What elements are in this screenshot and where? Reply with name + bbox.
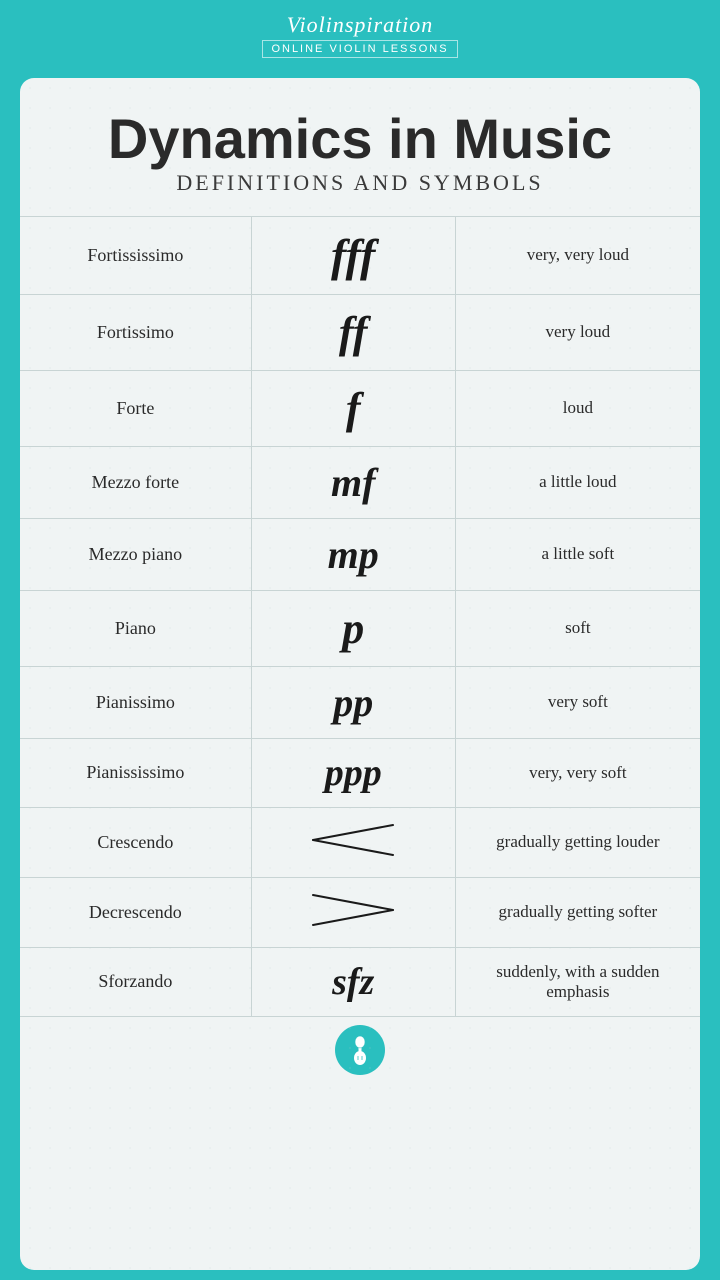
table-row: Decrescendo gradually getting softer — [20, 877, 700, 947]
term-definition: very loud — [455, 294, 700, 370]
table-row: Mezzo pianompa little soft — [20, 518, 700, 590]
term-symbol — [251, 807, 455, 877]
term-symbol — [251, 877, 455, 947]
term-definition: very, very soft — [455, 738, 700, 807]
term-symbol: ppp — [251, 738, 455, 807]
brand-name: Violinspiration — [287, 12, 434, 38]
term-name: Mezzo forte — [20, 446, 251, 518]
term-name: Decrescendo — [20, 877, 251, 947]
violin-icon — [348, 1034, 372, 1066]
main-card: Dynamics in Music Definitions and Symbol… — [20, 78, 700, 1270]
term-name: Mezzo piano — [20, 518, 251, 590]
table-row: Fortefloud — [20, 370, 700, 446]
term-name: Fortississimo — [20, 216, 251, 294]
top-bar: Violinspiration Online Violin Lessons — [0, 0, 720, 68]
term-definition: loud — [455, 370, 700, 446]
table-row: Crescendo gradually getting louder — [20, 807, 700, 877]
term-symbol: fff — [251, 216, 455, 294]
table-row: Pianissimoppvery soft — [20, 666, 700, 738]
bottom-badge — [335, 1025, 385, 1075]
term-definition: a little loud — [455, 446, 700, 518]
table-row: Pianississimopppvery, very soft — [20, 738, 700, 807]
table-row: Mezzo fortemfa little loud — [20, 446, 700, 518]
term-name: Crescendo — [20, 807, 251, 877]
term-name: Sforzando — [20, 947, 251, 1016]
term-symbol: f — [251, 370, 455, 446]
brand-subtitle: Online Violin Lessons — [262, 40, 457, 58]
term-name: Piano — [20, 590, 251, 666]
term-definition: very soft — [455, 666, 700, 738]
card-subtitle: Definitions and Symbols — [20, 170, 700, 196]
term-symbol: mf — [251, 446, 455, 518]
term-symbol: pp — [251, 666, 455, 738]
term-definition: soft — [455, 590, 700, 666]
term-symbol: ff — [251, 294, 455, 370]
term-definition: very, very loud — [455, 216, 700, 294]
term-symbol: mp — [251, 518, 455, 590]
table-row: Pianopsoft — [20, 590, 700, 666]
term-name: Fortissimo — [20, 294, 251, 370]
dynamics-table: Fortississimofffvery, very loudFortissim… — [20, 216, 700, 1017]
term-symbol: p — [251, 590, 455, 666]
page-title: Dynamics in Music — [20, 108, 700, 170]
table-row: Fortississimofffvery, very loud — [20, 216, 700, 294]
table-row: Sforzandosfzsuddenly, with a sudden emph… — [20, 947, 700, 1016]
term-name: Forte — [20, 370, 251, 446]
table-row: Fortissimoffvery loud — [20, 294, 700, 370]
term-definition: gradually getting louder — [455, 807, 700, 877]
term-definition: gradually getting softer — [455, 877, 700, 947]
term-definition: suddenly, with a sudden emphasis — [455, 947, 700, 1016]
term-name: Pianissimo — [20, 666, 251, 738]
term-symbol: sfz — [251, 947, 455, 1016]
term-name: Pianississimo — [20, 738, 251, 807]
term-definition: a little soft — [455, 518, 700, 590]
